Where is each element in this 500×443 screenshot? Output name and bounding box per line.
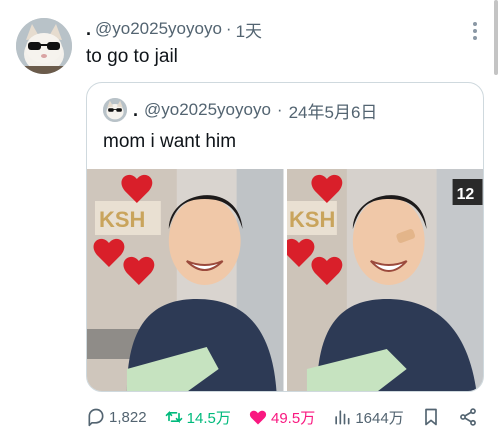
author-avatar[interactable] [16,18,72,74]
quoted-tweet-text: mom i want him [103,131,237,152]
like-count: 49.5万 [271,409,316,427]
views-button[interactable]: 1644万 [332,407,404,428]
smiling-man-photo-icon: KSH [87,169,284,391]
media-photo-2[interactable]: 12 KSH [286,169,483,391]
cat-with-sunglasses-avatar-icon [103,98,127,122]
retweet-button[interactable]: 14.5万 [164,407,231,428]
bookmark-icon [424,408,437,426]
like-button[interactable]: 49.5万 [248,407,315,428]
tweet-text: to go to jail [86,46,178,67]
author-display-name[interactable]: . [86,19,91,40]
heart-icon [249,410,267,425]
quoted-author-handle: @yo2025yoyoyo [144,100,271,119]
quoted-tweet-header: . @yo2025yoyoyo · 24年5月6日 [103,97,473,123]
view-count: 1644万 [355,409,404,427]
separator-dot: · [276,100,283,119]
author-handle[interactable]: @yo2025yoyoyo [95,19,222,39]
separator-dot: · [225,19,232,38]
smiling-man-photo-icon: 12 KSH [286,169,483,391]
more-options-icon[interactable] [472,22,478,40]
tweet-header: . @yo2025yoyoyo · 1天 [86,16,460,42]
scrollbar[interactable] [494,0,498,75]
share-icon [460,408,476,426]
reply-icon [88,408,104,427]
quoted-tweet-card[interactable]: . @yo2025yoyoyo · 24年5月6日 mom i want him… [86,82,484,392]
retweet-count: 14.5万 [186,409,231,427]
views-bar-chart-icon [335,410,350,425]
tweet-time[interactable]: 1天 [236,17,262,42]
cat-with-sunglasses-avatar-icon [16,18,72,74]
reply-button[interactable]: 1,822 [86,407,147,427]
share-button[interactable] [458,407,478,427]
photo-sign-text: KSH [99,207,145,232]
quoted-tweet-media: KSH 12 KSH [87,169,483,391]
quoted-author-avatar [103,98,127,122]
reply-count: 1,822 [109,408,147,426]
bookmark-button[interactable] [421,407,441,427]
quoted-author-display-name: . [133,99,139,120]
media-photo-1[interactable]: KSH [87,169,284,391]
retweet-icon [165,410,183,424]
quoted-tweet-date: 24年5月6日 [288,102,378,122]
photo-corner-number: 12 [456,186,474,203]
photo-sign-text: KSH [288,207,334,232]
tweet-action-bar: 1,822 14.5万 49.5万 1644万 [86,404,478,430]
